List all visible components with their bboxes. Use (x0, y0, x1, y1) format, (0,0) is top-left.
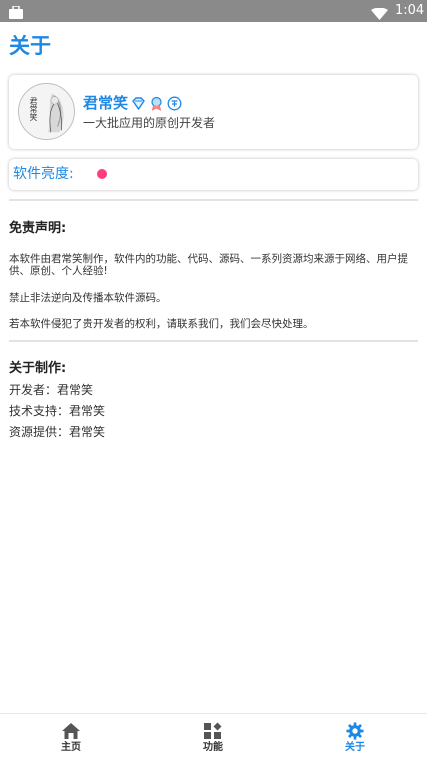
bottom-nav: 主页 功能 关于 (0, 713, 427, 759)
status-bar: 1:04 (0, 0, 427, 22)
about-title: 关于制作: (9, 361, 67, 376)
disclaimer-paragraph: 本软件由君常笑制作，软件内的功能、代码、源码、一系列资源均来源于网络、用户提供、… (9, 253, 408, 277)
nav-functions-label: 功能 (203, 742, 223, 753)
name-row: 君常笑 (83, 93, 182, 113)
brightness-label: 软件亮度: (13, 166, 74, 182)
disclaimer-paragraph: 若本软件侵犯了贵开发者的权利，请联系我们，我们会尽快处理。 (9, 318, 314, 330)
nav-home-label: 主页 (61, 742, 81, 753)
wifi-icon (371, 5, 388, 20)
status-time: 1:04 (395, 3, 425, 18)
profile-name: 君常笑 (83, 94, 129, 112)
profile-card[interactable]: 君常笑 君常笑 一大批应用的原创开发者 (9, 75, 418, 149)
profile-bio: 一大批应用的原创开发者 (83, 116, 216, 130)
home-icon (61, 722, 81, 740)
verified-icon (167, 96, 182, 111)
nav-about[interactable]: 关于 (284, 714, 426, 759)
page-title: 关于 (9, 34, 51, 58)
brightness-slider-thumb[interactable] (97, 169, 107, 179)
nav-home[interactable]: 主页 (0, 714, 142, 759)
developer-line: 开发者：君常笑 (9, 383, 94, 397)
medal-icon (149, 96, 164, 111)
tech-support-line: 技术支持：君常笑 (9, 404, 106, 418)
divider (9, 199, 418, 201)
gear-icon (345, 722, 365, 740)
avatar[interactable]: 君常笑 (18, 83, 75, 140)
resource-line: 资源提供：君常笑 (9, 425, 106, 439)
brightness-card: 软件亮度: (9, 159, 418, 190)
nav-functions[interactable]: 功能 (142, 714, 284, 759)
briefcase-icon (9, 4, 23, 19)
grid-icon (203, 722, 223, 740)
diamond-icon (131, 96, 146, 111)
divider (9, 340, 418, 342)
nav-about-label: 关于 (345, 742, 365, 753)
disclaimer-title: 免责声明: (9, 221, 67, 236)
avatar-calligraphy: 君常笑 (29, 97, 38, 121)
disclaimer-paragraph: 禁止非法逆向及传播本软件源码。 (9, 292, 167, 304)
